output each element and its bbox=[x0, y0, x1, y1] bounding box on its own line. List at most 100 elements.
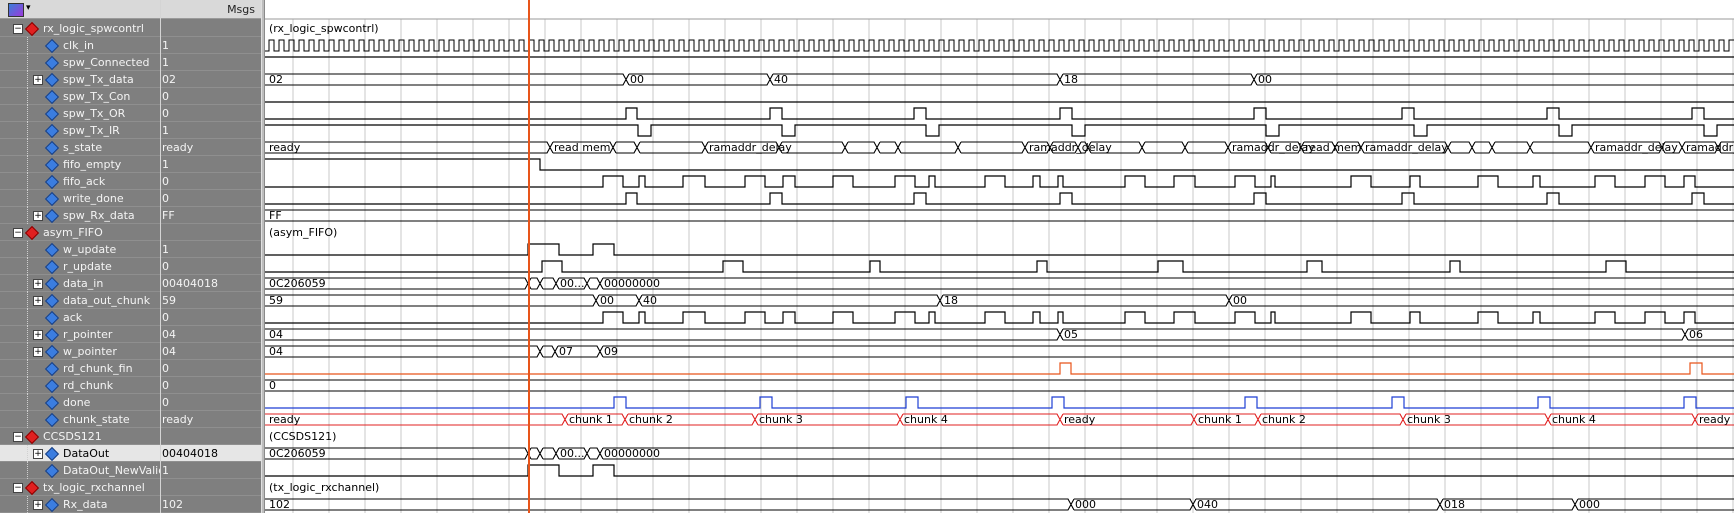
bus-value-label: ramaddr_delay bbox=[1686, 141, 1734, 154]
signal-row-ccsds121[interactable]: − CCSDS121 bbox=[0, 428, 160, 445]
bus-value-label: 00 bbox=[1233, 294, 1247, 307]
signal-name: chunk_state bbox=[63, 413, 130, 426]
collapse-icon[interactable]: − bbox=[13, 483, 23, 493]
signal-row-write-done[interactable]: write_done bbox=[0, 190, 160, 207]
tree-line bbox=[27, 190, 28, 207]
expand-icon[interactable]: + bbox=[33, 330, 43, 340]
expand-icon[interactable]: + bbox=[33, 279, 43, 289]
bus-value-label: 00000000 bbox=[604, 277, 660, 290]
signal-diamond-icon bbox=[44, 242, 60, 258]
signal-row-spw-rx-data[interactable]: + spw_Rx_data bbox=[0, 207, 160, 224]
signal-value-row-data-out-chunk: 59 bbox=[161, 292, 261, 309]
signal-name: clk_in bbox=[63, 39, 95, 52]
signal-value: 0 bbox=[162, 175, 169, 188]
signal-value-row-write-done: 0 bbox=[161, 190, 261, 207]
signal-row-asym-fifo[interactable]: − asym_FIFO bbox=[0, 224, 160, 241]
signal-row-spw-tx-data[interactable]: + spw_Tx_data bbox=[0, 71, 160, 88]
signal-name: spw_Rx_data bbox=[63, 209, 135, 222]
signal-value: 1 bbox=[162, 124, 169, 137]
tree-line bbox=[27, 326, 28, 343]
bus-trace bbox=[265, 345, 1734, 358]
signal-values-pane: Msgs 1 1 02 0 0 1 ready 1 0 0 FF 1 0 00404018 59 0 04 04 0… bbox=[161, 0, 261, 513]
expand-icon[interactable]: + bbox=[33, 500, 43, 510]
signal-value-row-done: 0 bbox=[161, 394, 261, 411]
wave-menu-icon[interactable] bbox=[8, 3, 24, 17]
signal-name: fifo_ack bbox=[63, 175, 106, 188]
expand-icon[interactable]: + bbox=[33, 347, 43, 357]
signal-row-fifo-ack[interactable]: fifo_ack bbox=[0, 173, 160, 190]
signal-row-s-state[interactable]: s_state bbox=[0, 139, 160, 156]
signal-row-rx-logic-spwcontrl[interactable]: − rx_logic_spwcontrl bbox=[0, 20, 160, 37]
tree-line bbox=[27, 71, 28, 88]
signal-value-row-spw-tx-ir: 1 bbox=[161, 122, 261, 139]
bus-trace bbox=[265, 209, 1734, 222]
tree-line bbox=[27, 139, 28, 156]
signal-row-dataout[interactable]: + DataOut bbox=[0, 445, 160, 462]
signal-row-spw-tx-or[interactable]: spw_Tx_OR bbox=[0, 105, 160, 122]
signal-trace bbox=[265, 158, 1734, 171]
expand-icon[interactable]: + bbox=[33, 296, 43, 306]
signal-name: Rx_data bbox=[63, 498, 108, 511]
signal-row-w-pointer[interactable]: + w_pointer bbox=[0, 343, 160, 360]
chevron-down-icon[interactable]: ▾ bbox=[26, 3, 31, 13]
bus-trace bbox=[265, 328, 1734, 341]
signal-row-data-out-chunk[interactable]: + data_out_chunk bbox=[0, 292, 160, 309]
signal-value-row-r-update: 0 bbox=[161, 258, 261, 275]
collapse-icon[interactable]: − bbox=[13, 228, 23, 238]
tree-line bbox=[27, 156, 28, 173]
signal-value-row-spw-tx-data: 02 bbox=[161, 71, 261, 88]
signal-row-r-update[interactable]: r_update bbox=[0, 258, 160, 275]
signal-row-rd-chunk[interactable]: rd_chunk bbox=[0, 377, 160, 394]
signal-value-row-w-update: 1 bbox=[161, 241, 261, 258]
signal-row-rd-chunk-fin[interactable]: rd_chunk_fin bbox=[0, 360, 160, 377]
signal-row-fifo-empty[interactable]: fifo_empty bbox=[0, 156, 160, 173]
waveform-canvas[interactable]: (rx_logic_spwcontrl)02 00 40 18 00ready read … bbox=[265, 0, 1734, 513]
signal-row-rx-data[interactable]: + Rx_data bbox=[0, 496, 160, 513]
bus-value-label: 000 bbox=[1579, 498, 1600, 511]
signal-row-chunk-state[interactable]: chunk_state bbox=[0, 411, 160, 428]
expand-icon[interactable]: + bbox=[33, 75, 43, 85]
signal-row-clk-in[interactable]: clk_in bbox=[0, 37, 160, 54]
signal-row-ack[interactable]: ack bbox=[0, 309, 160, 326]
bus-trace bbox=[265, 413, 1734, 426]
waveform-pane[interactable]: (rx_logic_spwcontrl) 02 00 40 18 00 ready read … bbox=[265, 0, 1734, 513]
signal-row-data-in[interactable]: + data_in bbox=[0, 275, 160, 292]
signal-value-row-asym-fifo bbox=[161, 224, 261, 241]
bus-trace bbox=[265, 141, 1734, 154]
signal-name: w_pointer bbox=[63, 345, 117, 358]
signal-value: 0 bbox=[162, 260, 169, 273]
signal-row-w-update[interactable]: w_update bbox=[0, 241, 160, 258]
signal-value-row-ack: 0 bbox=[161, 309, 261, 326]
bus-trace bbox=[265, 73, 1734, 86]
signal-trace bbox=[265, 107, 1734, 120]
signal-name: done bbox=[63, 396, 91, 409]
tree-line bbox=[27, 122, 28, 139]
tree-line bbox=[27, 462, 28, 479]
tree-line bbox=[27, 411, 28, 428]
signal-row-spw-tx-con[interactable]: spw_Tx_Con bbox=[0, 88, 160, 105]
signal-name: spw_Tx_data bbox=[63, 73, 134, 86]
bus-trace bbox=[265, 277, 1734, 290]
signal-diamond-icon bbox=[44, 344, 60, 360]
bus-value-label: chunk 4 bbox=[904, 413, 948, 426]
signal-row-done[interactable]: done bbox=[0, 394, 160, 411]
signal-row-spw-connected[interactable]: spw_Connected bbox=[0, 54, 160, 71]
collapse-icon[interactable]: − bbox=[13, 432, 23, 442]
bus-trace bbox=[265, 447, 1734, 460]
signal-row-r-pointer[interactable]: + r_pointer bbox=[0, 326, 160, 343]
signal-row-tx-logic-rxchannel[interactable]: − tx_logic_rxchannel bbox=[0, 479, 160, 496]
signal-diamond-icon bbox=[44, 157, 60, 173]
signal-row-spw-tx-ir[interactable]: spw_Tx_IR bbox=[0, 122, 160, 139]
signal-value: 1 bbox=[162, 158, 169, 171]
bus-value-label: ramaddr_delay bbox=[709, 141, 792, 154]
signal-name: write_done bbox=[63, 192, 124, 205]
signal-diamond-icon bbox=[44, 276, 60, 292]
signal-diamond-icon bbox=[44, 89, 60, 105]
signal-value: 04 bbox=[162, 345, 176, 358]
collapse-icon[interactable]: − bbox=[13, 24, 23, 34]
signal-row-dataout-newvalid[interactable]: DataOut_NewValid bbox=[0, 462, 160, 479]
signal-name: DataOut bbox=[63, 447, 110, 460]
expand-icon[interactable]: + bbox=[33, 449, 43, 459]
expand-icon[interactable]: + bbox=[33, 211, 43, 221]
bus-value-label: 0C206059 bbox=[269, 277, 326, 290]
